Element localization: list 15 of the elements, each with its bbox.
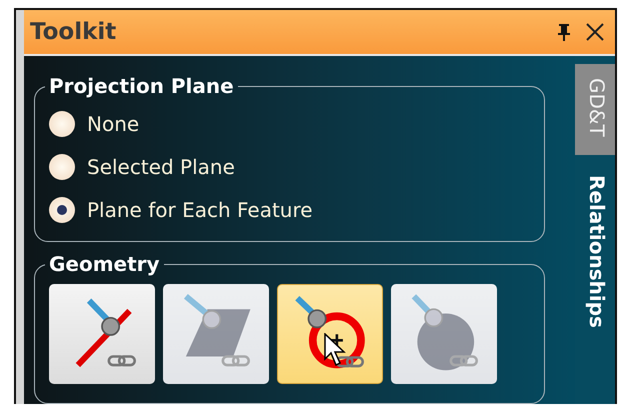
side-tab[interactable]: Relationships xyxy=(575,154,615,346)
close-icon[interactable] xyxy=(585,22,605,42)
pin-icon[interactable] xyxy=(557,23,571,41)
radio-label: Plane for Each Feature xyxy=(87,198,313,222)
radio-button[interactable] xyxy=(49,196,75,222)
mouse-pointer-icon xyxy=(324,333,346,367)
tool-button[interactable] xyxy=(277,284,383,384)
radio-label: Selected Plane xyxy=(87,154,235,178)
radio-label: None xyxy=(87,112,140,136)
window-title: Toolkit xyxy=(30,19,118,45)
group-title: Projection Plane xyxy=(48,74,235,98)
group-title: Geometry xyxy=(48,252,161,276)
radio-button[interactable] xyxy=(49,110,75,136)
radio-button[interactable] xyxy=(49,154,75,180)
tool-button[interactable] xyxy=(49,284,155,384)
